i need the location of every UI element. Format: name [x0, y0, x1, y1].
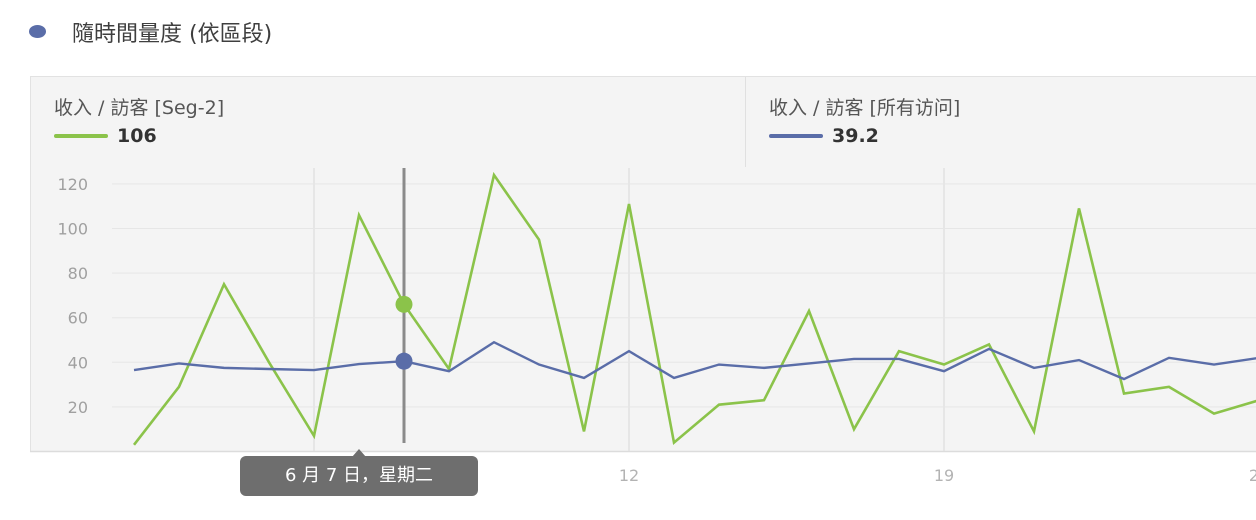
- y-tick-label: 80: [68, 264, 88, 283]
- y-tick-label: 40: [68, 353, 88, 372]
- y-tick-label: 100: [57, 220, 88, 239]
- data-point: [395, 352, 413, 370]
- x-tick-label: 12: [619, 466, 639, 485]
- line-chart[interactable]: 204060801001206 月121926: [0, 0, 1256, 520]
- data-point: [395, 295, 413, 313]
- y-tick-label: 60: [68, 309, 88, 328]
- hover-tooltip: 6 月 7 日，星期二: [240, 456, 478, 496]
- x-tick-label: 19: [934, 466, 954, 485]
- y-tick-label: 120: [57, 175, 88, 194]
- x-tick-label: 26: [1249, 466, 1256, 485]
- series-line-2: [133, 340, 1256, 381]
- y-tick-label: 20: [68, 398, 88, 417]
- series-line-1: [132, 171, 1256, 446]
